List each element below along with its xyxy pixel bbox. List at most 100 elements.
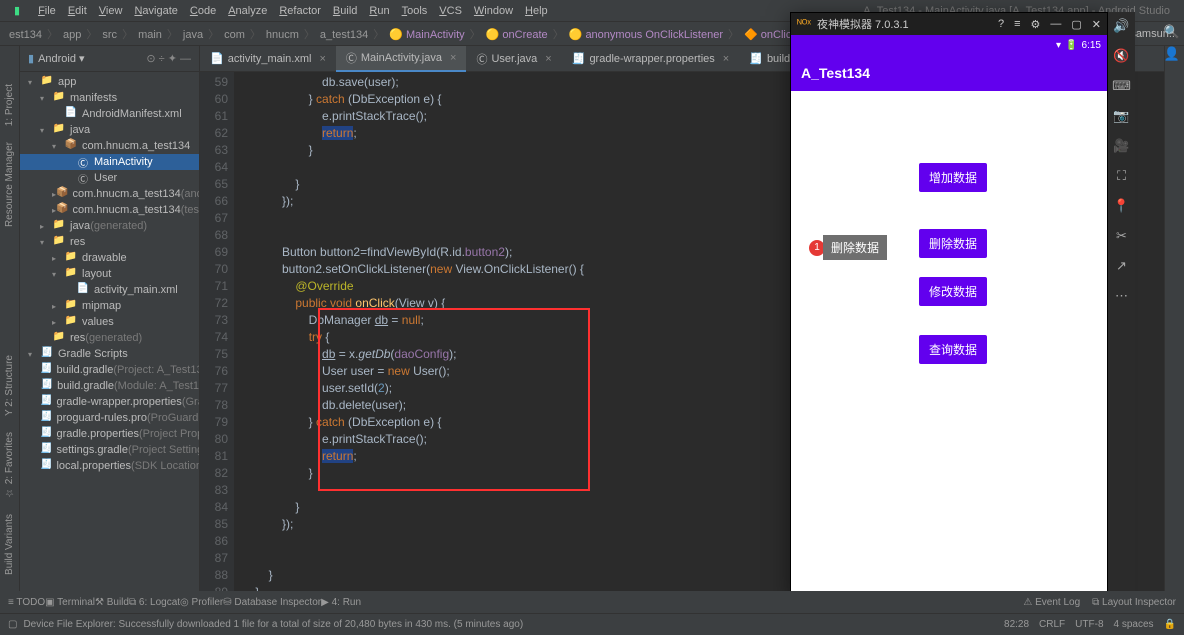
menu-refactor[interactable]: Refactor [273, 5, 327, 17]
screenshot-icon[interactable]: 📷 [1113, 108, 1129, 124]
tree-local.properties[interactable]: 🧾local.properties (SDK Location) [20, 458, 199, 474]
tab-structure[interactable]: Y 2: Structure [4, 355, 15, 416]
tree-res[interactable]: ▾📁res [20, 234, 199, 250]
tab-MainActivity.java[interactable]: ⒸMainActivity.java× [336, 46, 467, 72]
tree-drawable[interactable]: ▸📁drawable [20, 250, 199, 266]
menu-window[interactable]: Window [468, 5, 519, 17]
tree-mipmap[interactable]: ▸📁mipmap [20, 298, 199, 314]
breadcrumb-a_test134[interactable]: a_test134 [317, 29, 371, 41]
tree-values[interactable]: ▸📁values [20, 314, 199, 330]
menu-tools[interactable]: Tools [396, 5, 434, 17]
toolwindow-≡ TODO[interactable]: ≡ TODO [8, 597, 45, 608]
tree-app[interactable]: ▾📁app [20, 74, 199, 90]
breadcrumb-hnucm[interactable]: hnucm [263, 29, 302, 41]
emulator-content[interactable]: 增加数据 删除数据 修改数据 查询数据 1 删除数据 [791, 91, 1107, 595]
toolwindow-▶ 4: Run[interactable]: ▶ 4: Run [321, 597, 361, 608]
menu-navigate[interactable]: Navigate [128, 5, 183, 17]
breadcrumb-est134[interactable]: est134 [6, 29, 45, 41]
gear-icon[interactable]: ⚙ [1031, 18, 1041, 31]
menu-icon[interactable]: ≡ [1014, 18, 1020, 31]
more-icon[interactable]: ⋯ [1115, 288, 1128, 304]
close-icon[interactable]: × [723, 53, 729, 65]
keyboard-icon[interactable]: ⌨ [1112, 78, 1131, 94]
delete-data-button[interactable]: 删除数据 [919, 229, 987, 258]
tab-User.java[interactable]: ⒸUser.java× [466, 46, 561, 72]
mute-icon[interactable]: 🔇 [1113, 48, 1129, 64]
emulator-sidebar[interactable]: 🔊 🔇 ⌨ 📷 🎥 ⛶ 📍 ✂ ↗ ⋯ [1108, 12, 1135, 596]
tree-com.hnucm.a_test134[interactable]: ▸📦com.hnucm.a_test134 (test) [20, 202, 199, 218]
emulator-titlebar[interactable]: ᴺᴼˣ 夜神模拟器 7.0.3.1 ? ≡ ⚙ — ▢ ✕ [791, 13, 1107, 35]
tree-gradle-wrapper.properties[interactable]: 🧾gradle-wrapper.properties (Gra [20, 394, 199, 410]
project-tree[interactable]: ▾📁app▾📁manifests📄AndroidManifest.xml▾📁ja… [20, 72, 199, 613]
toolwindow-⛁ Database Inspector[interactable]: ⛁ Database Inspector [223, 597, 321, 608]
menu-run[interactable]: Run [363, 5, 395, 17]
record-icon[interactable]: 🎥 [1113, 138, 1129, 154]
breadcrumb-anonymous OnClickListener[interactable]: 🟡 anonymous OnClickListener [566, 29, 726, 41]
menu-vcs[interactable]: VCS [433, 5, 468, 17]
lock-icon[interactable]: 🔒 [1164, 619, 1176, 630]
top-right-toolbar[interactable]: 🔍 👤 [1164, 24, 1180, 62]
toolwindow-⧉ Layout Inspector[interactable]: ⧉ Layout Inspector [1092, 597, 1176, 608]
close-icon[interactable]: ✕ [1092, 18, 1101, 31]
breadcrumb-main[interactable]: main [135, 29, 165, 41]
menu-build[interactable]: Build [327, 5, 363, 17]
toolwindow-⚒ Build[interactable]: ⚒ Build [95, 597, 129, 608]
tab-favorites[interactable]: ☆ 2: Favorites [4, 432, 15, 498]
toolwindow-◎ Profiler[interactable]: ◎ Profiler [180, 597, 223, 608]
tree-AndroidManifest.xml[interactable]: 📄AndroidManifest.xml [20, 106, 199, 122]
minimize-icon[interactable]: — [1050, 18, 1061, 31]
tab-gradle-wrapper.properties[interactable]: 🧾gradle-wrapper.properties× [562, 46, 740, 72]
toolwindow-▣ Terminal[interactable]: ▣ Terminal [45, 597, 95, 608]
tree-build.gradle[interactable]: 🧾build.gradle (Module: A_Test1 [20, 378, 199, 394]
close-icon[interactable]: × [545, 53, 551, 65]
tree-settings.gradle[interactable]: 🧾settings.gradle (Project Setting [20, 442, 199, 458]
menu-analyze[interactable]: Analyze [222, 5, 273, 17]
fullscreen-icon[interactable]: ⛶ [1117, 168, 1126, 184]
tree-java[interactable]: ▸📁java (generated) [20, 218, 199, 234]
collapse-icon[interactable]: ▢ [8, 619, 17, 630]
scissors-icon[interactable]: ✂ [1116, 228, 1127, 244]
tree-activity_main.xml[interactable]: 📄activity_main.xml [20, 282, 199, 298]
help-icon[interactable]: ? [998, 18, 1004, 31]
tree-com.hnucm.a_test134[interactable]: ▸📦com.hnucm.a_test134 (andro [20, 186, 199, 202]
tree-build.gradle[interactable]: 🧾build.gradle (Project: A_Test13 [20, 362, 199, 378]
breadcrumb-com[interactable]: com [221, 29, 248, 41]
tree-MainActivity[interactable]: ⒸMainActivity [20, 154, 199, 170]
tab-project[interactable]: 1: Project [4, 84, 15, 126]
tab-resource-manager[interactable]: Resource Manager [4, 142, 15, 227]
tab-activity_main.xml[interactable]: 📄activity_main.xml× [200, 46, 336, 72]
search-icon[interactable]: 🔍 [1164, 24, 1180, 40]
breadcrumb-app[interactable]: app [60, 29, 84, 41]
volume-icon[interactable]: 🔊 [1113, 18, 1129, 34]
location-icon[interactable]: 📍 [1113, 198, 1129, 214]
add-data-button[interactable]: 增加数据 [919, 163, 987, 192]
tree-manifests[interactable]: ▾📁manifests [20, 90, 199, 106]
tab-build-variants[interactable]: Build Variants [4, 514, 15, 575]
query-data-button[interactable]: 查询数据 [919, 335, 987, 364]
left-toolwindow-stripe[interactable]: 1: Project Resource Manager Y 2: Structu… [0, 46, 20, 613]
menu-view[interactable]: View [93, 5, 129, 17]
menu-file[interactable]: File [32, 5, 62, 17]
tree-User[interactable]: ⒸUser [20, 170, 199, 186]
breadcrumb-java[interactable]: java [180, 29, 206, 41]
breadcrumb-onCreate[interactable]: 🟡 onCreate [483, 29, 551, 41]
upload-icon[interactable]: ↗ [1116, 258, 1127, 274]
maximize-icon[interactable]: ▢ [1071, 18, 1081, 31]
close-icon[interactable]: × [319, 53, 325, 65]
tree-Gradle Scripts[interactable]: ▾🧾Gradle Scripts [20, 346, 199, 362]
breadcrumb-src[interactable]: src [99, 29, 120, 41]
tree-java[interactable]: ▾📁java [20, 122, 199, 138]
update-data-button[interactable]: 修改数据 [919, 277, 987, 306]
tree-gradle.properties[interactable]: 🧾gradle.properties (Project Prop [20, 426, 199, 442]
close-icon[interactable]: × [450, 52, 456, 64]
project-panel-header[interactable]: ▮ Android ▾ ⊙ ÷ ✦ — [20, 46, 199, 72]
menu-help[interactable]: Help [519, 5, 554, 17]
tree-layout[interactable]: ▾📁layout [20, 266, 199, 282]
right-toolwindow-stripe[interactable] [1164, 46, 1184, 613]
tree-proguard-rules.pro[interactable]: 🧾proguard-rules.pro (ProGuard R [20, 410, 199, 426]
toolwindow-⧉ 6: Logcat[interactable]: ⧉ 6: Logcat [129, 597, 180, 608]
menu-code[interactable]: Code [184, 5, 222, 17]
tree-res[interactable]: 📁res (generated) [20, 330, 199, 346]
tree-com.hnucm.a_test134[interactable]: ▾📦com.hnucm.a_test134 [20, 138, 199, 154]
toolwindow-⚠ Event Log[interactable]: ⚠ Event Log [1023, 597, 1080, 608]
